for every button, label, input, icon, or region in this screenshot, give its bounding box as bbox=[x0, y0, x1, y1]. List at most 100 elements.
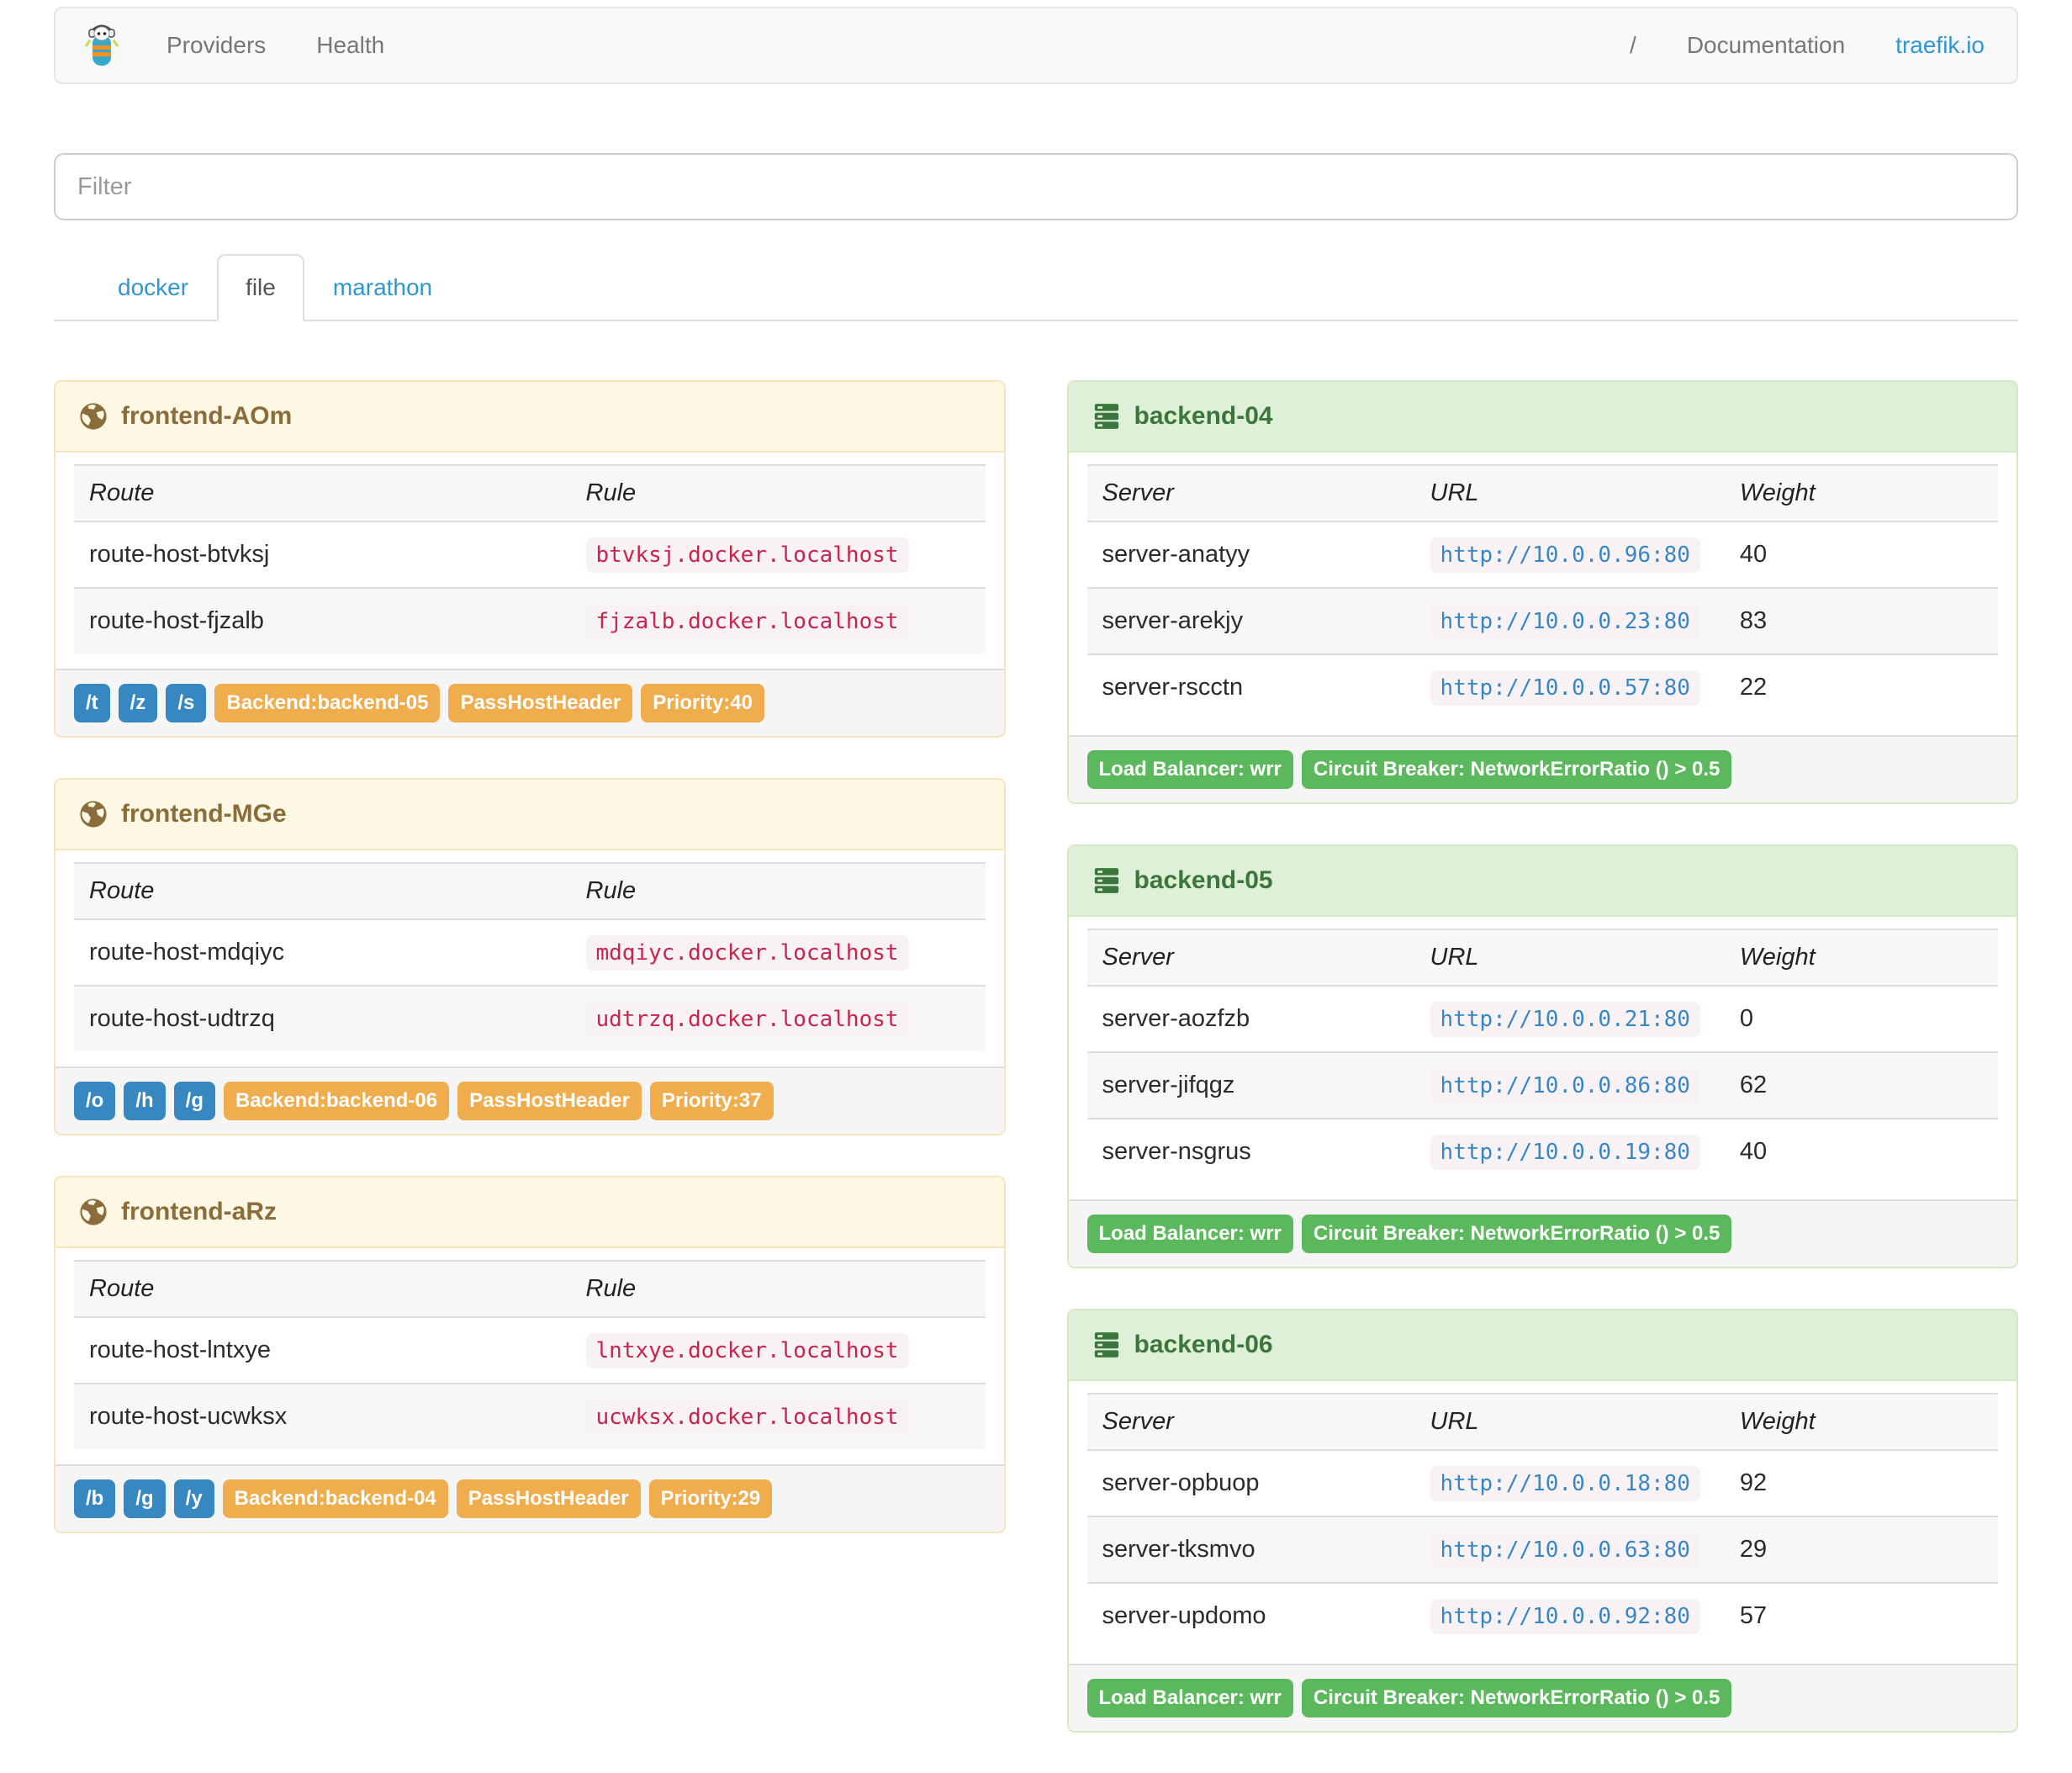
globe-icon bbox=[79, 1198, 108, 1226]
backends-column: backend-04 Server URL Weight server-anat… bbox=[1066, 380, 2018, 1773]
frontend-tag-badge: Priority:40 bbox=[641, 684, 764, 722]
frontend-title: frontend-MGe bbox=[121, 800, 287, 828]
server-name: server-aozfzb bbox=[1102, 1005, 1250, 1032]
server-row: server-nsgrus http://10.0.0.19:80 40 bbox=[1087, 1119, 1999, 1184]
server-rack-icon bbox=[1092, 402, 1121, 431]
backend-card-footer: Load Balancer: wrr Circuit Breaker: Netwo… bbox=[1068, 735, 2016, 802]
routes-col-rule: Rule bbox=[585, 877, 637, 904]
servers-col-weight: Weight bbox=[1739, 1408, 1816, 1435]
frontend-card-body: Route Rule route-host-lntxye lntxye.docke… bbox=[56, 1248, 1004, 1464]
filter-input[interactable] bbox=[54, 153, 2018, 220]
server-rack-icon bbox=[1092, 1331, 1121, 1359]
server-name: server-rscctn bbox=[1102, 674, 1244, 701]
backend-card-header: backend-05 bbox=[1068, 846, 2016, 917]
nav-providers[interactable]: Providers bbox=[141, 32, 291, 59]
server-url: http://10.0.0.63:80 bbox=[1430, 1532, 1700, 1568]
server-name: server-opbuop bbox=[1102, 1469, 1260, 1496]
server-weight: 40 bbox=[1739, 541, 1768, 568]
frontend-tag-badge: Backend:backend-06 bbox=[223, 1082, 450, 1120]
tab-docker[interactable]: docker bbox=[89, 254, 217, 321]
route-row: route-host-ucwksx ucwksx.docker.localhost bbox=[74, 1384, 986, 1449]
frontend-card: frontend-aRz Route Rule route-host-lntxy… bbox=[54, 1176, 1006, 1533]
routes-col-rule: Rule bbox=[585, 1275, 637, 1302]
traefik-logo[interactable] bbox=[62, 24, 141, 67]
server-weight: 62 bbox=[1739, 1072, 1768, 1098]
route-row: route-host-lntxye lntxye.docker.localhost bbox=[74, 1317, 986, 1384]
frontend-card-footer: /t/z/s Backend:backend-05 PassHostHeader Pr… bbox=[56, 669, 1004, 736]
backend-card-body: Server URL Weight server-anatyy http://10… bbox=[1069, 453, 2017, 735]
backend-tag-badge: Circuit Breaker: NetworkErrorRatio () > … bbox=[1301, 750, 1732, 789]
frontend-card-header: frontend-AOm bbox=[56, 382, 1004, 453]
frontend-card-body: Route Rule route-host-btvksj btvksj.docke… bbox=[56, 453, 1004, 669]
entrypoint-badge: /y bbox=[173, 1479, 214, 1518]
frontend-card-header: frontend-aRz bbox=[56, 1178, 1004, 1248]
server-url: http://10.0.0.57:80 bbox=[1430, 670, 1700, 706]
servers-table: Server URL Weight server-anatyy http://10… bbox=[1086, 464, 1999, 720]
server-url: http://10.0.0.21:80 bbox=[1430, 1002, 1700, 1037]
entrypoint-badge: /b bbox=[74, 1479, 116, 1518]
tab-file[interactable]: file bbox=[217, 254, 304, 321]
servers-col-url: URL bbox=[1430, 1408, 1479, 1435]
globe-icon bbox=[79, 402, 108, 431]
server-row: server-jifqgz http://10.0.0.86:80 62 bbox=[1086, 1052, 1998, 1119]
frontend-title: frontend-aRz bbox=[121, 1198, 277, 1225]
backend-title: backend-04 bbox=[1134, 402, 1273, 430]
servers-col-server: Server bbox=[1102, 1408, 1174, 1435]
server-row: server-arekjy http://10.0.0.23:80 83 bbox=[1086, 588, 1998, 654]
server-row: server-rscctn http://10.0.0.57:80 22 bbox=[1087, 654, 1999, 720]
server-weight: 57 bbox=[1739, 1602, 1768, 1629]
backend-tag-badge: Load Balancer: wrr bbox=[1086, 1679, 1293, 1717]
frontend-card-footer: /o/h/g Backend:backend-06 PassHostHeader Pr… bbox=[56, 1066, 1004, 1134]
navbar-right: / Documentation traefik.io bbox=[1604, 32, 2010, 59]
route-name: route-host-udtrzq bbox=[89, 1005, 275, 1032]
server-row: server-updomo http://10.0.0.92:80 57 bbox=[1087, 1583, 1999, 1649]
servers-col-server: Server bbox=[1102, 479, 1174, 506]
frontend-tag-badge: PassHostHeader bbox=[448, 684, 633, 722]
backend-card: backend-05 Server URL Weight server-aozf… bbox=[1066, 844, 2018, 1268]
route-name: route-host-fjzalb bbox=[89, 607, 264, 634]
server-weight: 92 bbox=[1739, 1469, 1768, 1496]
route-rule: mdqiyc.docker.localhost bbox=[585, 935, 909, 971]
frontend-card-header: frontend-MGe bbox=[56, 780, 1004, 850]
nav-slash[interactable]: / bbox=[1604, 32, 1662, 59]
nav-health[interactable]: Health bbox=[291, 32, 410, 59]
globe-icon bbox=[79, 800, 108, 828]
nav-documentation[interactable]: Documentation bbox=[1662, 32, 1870, 59]
server-name: server-nsgrus bbox=[1102, 1138, 1251, 1165]
backend-title: backend-06 bbox=[1134, 1331, 1273, 1358]
frontend-tag-badge: Priority:29 bbox=[648, 1479, 773, 1518]
frontend-card-footer: /b/g/y Backend:backend-04 PassHostHeader Pr… bbox=[56, 1464, 1004, 1532]
server-weight: 83 bbox=[1739, 607, 1768, 634]
routes-col-rule: Rule bbox=[585, 479, 637, 506]
nav-traefik-io[interactable]: traefik.io bbox=[1870, 32, 2010, 59]
server-name: server-anatyy bbox=[1102, 541, 1250, 568]
route-row: route-host-fjzalb fjzalb.docker.localhost bbox=[74, 588, 986, 654]
entrypoint-badge: /o bbox=[74, 1082, 116, 1120]
backend-title: backend-05 bbox=[1134, 866, 1273, 894]
routes-table: Route Rule route-host-lntxye lntxye.docke… bbox=[74, 1260, 986, 1449]
tab-marathon[interactable]: marathon bbox=[304, 254, 461, 321]
servers-col-server: Server bbox=[1102, 944, 1174, 971]
servers-col-weight: Weight bbox=[1739, 944, 1816, 971]
navbar: Providers Health / Documentation traefik… bbox=[54, 7, 2018, 84]
server-weight: 40 bbox=[1739, 1138, 1768, 1165]
traefik-mascot-icon bbox=[84, 24, 119, 67]
backend-tag-badge: Circuit Breaker: NetworkErrorRatio () > … bbox=[1301, 1679, 1732, 1717]
entrypoint-badge: /z bbox=[118, 684, 158, 722]
server-url: http://10.0.0.86:80 bbox=[1430, 1068, 1700, 1103]
entrypoint-badge: /h bbox=[124, 1082, 166, 1120]
backend-tag-badge: Load Balancer: wrr bbox=[1086, 750, 1293, 789]
content-row: frontend-AOm Route Rule route-host-btvks… bbox=[54, 380, 2018, 1773]
route-rule: udtrzq.docker.localhost bbox=[585, 1002, 909, 1037]
servers-table: Server URL Weight server-opbuop http://10… bbox=[1086, 1393, 1999, 1649]
backend-card: backend-06 Server URL Weight server-opbu… bbox=[1066, 1309, 2018, 1733]
backend-card-body: Server URL Weight server-aozfzb http://10… bbox=[1069, 917, 2017, 1199]
server-weight: 22 bbox=[1739, 674, 1768, 701]
servers-table: Server URL Weight server-aozfzb http://10… bbox=[1086, 929, 1999, 1184]
servers-col-url: URL bbox=[1430, 479, 1479, 506]
route-row: route-host-btvksj btvksj.docker.localhost bbox=[74, 521, 986, 588]
servers-col-weight: Weight bbox=[1739, 479, 1816, 506]
frontend-card: frontend-MGe Route Rule route-host-mdqiy… bbox=[54, 778, 1006, 1135]
server-url: http://10.0.0.92:80 bbox=[1430, 1599, 1700, 1634]
route-rule: ucwksx.docker.localhost bbox=[585, 1400, 909, 1435]
